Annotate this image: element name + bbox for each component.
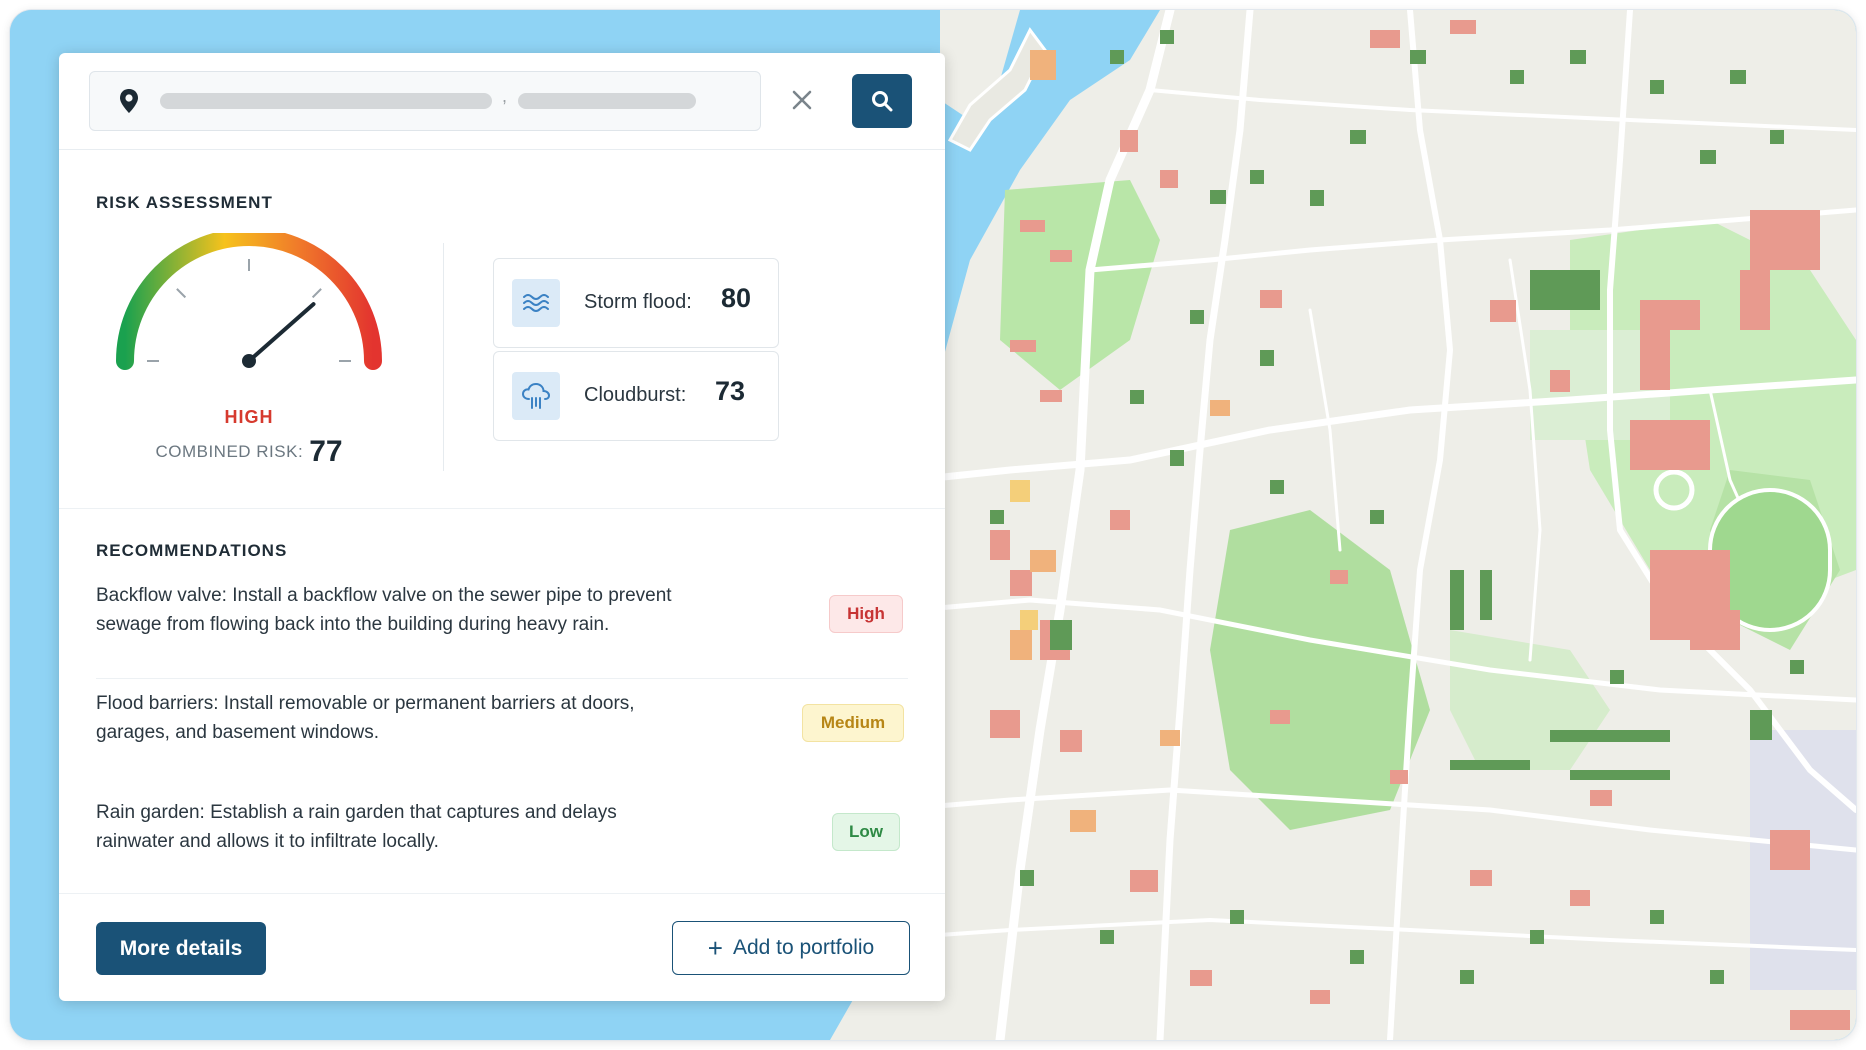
storm-flood-label: Storm flood: — [584, 291, 692, 313]
address-search-input[interactable]: , — [89, 71, 761, 131]
combined-risk: COMBINED RISK: 77 — [109, 435, 389, 469]
recommendations-title: RECOMMENDATIONS — [96, 541, 288, 560]
combined-risk-label: COMBINED RISK: — [155, 442, 304, 461]
search-icon — [872, 91, 893, 112]
metric-card-storm-flood: Storm flood: 80 — [493, 258, 779, 348]
priority-badge-low: Low — [832, 813, 900, 851]
recommendation-item: Backflow valve: Install a backflow valve… — [96, 581, 796, 639]
recommendation-text-line: rainwater and allows it to infiltrate lo… — [96, 831, 439, 852]
footer-divider — [59, 893, 945, 894]
search-bar: , — [59, 53, 945, 150]
priority-badge-medium: Medium — [802, 704, 904, 742]
risk-panel: , RISK ASSESSMENT HIGH COMBINED RISK: 77… — [59, 53, 945, 1001]
recommendation-text-line: Backflow valve: Install a backflow valve… — [96, 585, 672, 606]
gauge-ticks — [147, 259, 351, 362]
waves-icon — [523, 294, 549, 312]
metric-card-cloudburst: Cloudburst: 73 — [493, 351, 779, 441]
address-placeholder-city — [518, 93, 696, 109]
close-icon — [792, 90, 812, 110]
gauge-hub — [242, 354, 256, 368]
gauge-tick — [176, 288, 187, 299]
risk-level-label: HIGH — [224, 407, 274, 427]
priority-badge-high: High — [829, 595, 903, 633]
combined-risk-value: 77 — [309, 435, 343, 468]
recommendation-text-line: Flood barriers: Install removable or per… — [96, 693, 635, 714]
section-divider — [59, 508, 945, 509]
recommendation-text-line: garages, and basement windows. — [96, 722, 380, 743]
plus-icon: + — [707, 933, 723, 963]
gauge-arc — [116, 233, 382, 370]
metric-icon-box — [512, 279, 560, 327]
recommendation-divider — [96, 678, 908, 679]
address-placeholder-street — [160, 93, 492, 109]
section-divider — [443, 243, 444, 471]
more-details-button[interactable]: More details — [96, 922, 266, 975]
combined-risk-gauge — [116, 233, 382, 370]
gauge-tick — [311, 288, 322, 299]
clear-search-button[interactable] — [779, 77, 825, 123]
recommendation-item: Rain garden: Establish a rain garden tha… — [96, 798, 796, 856]
cloudburst-label: Cloudburst: — [584, 384, 687, 406]
cloudburst-value: 73 — [715, 376, 746, 406]
rain-cloud-icon — [521, 382, 551, 409]
recommendation-text-line: sewage from flowing back into the buildi… — [96, 614, 610, 635]
search-button[interactable] — [852, 74, 912, 128]
add-to-portfolio-button[interactable]: + Add to portfolio — [672, 921, 910, 975]
risk-assessment-title: RISK ASSESSMENT — [96, 193, 273, 212]
address-separator: , — [502, 86, 508, 106]
app-frame: , RISK ASSESSMENT HIGH COMBINED RISK: 77… — [10, 10, 1856, 1040]
recommendation-text-line: Rain garden: Establish a rain garden tha… — [96, 802, 617, 823]
add-to-portfolio-label: Add to portfolio — [732, 936, 875, 959]
storm-flood-value: 80 — [721, 283, 752, 313]
gauge-needle — [247, 302, 316, 363]
metric-icon-box — [512, 372, 560, 420]
map-pin-icon — [120, 89, 138, 113]
recommendation-item: Flood barriers: Install removable or per… — [96, 689, 796, 747]
